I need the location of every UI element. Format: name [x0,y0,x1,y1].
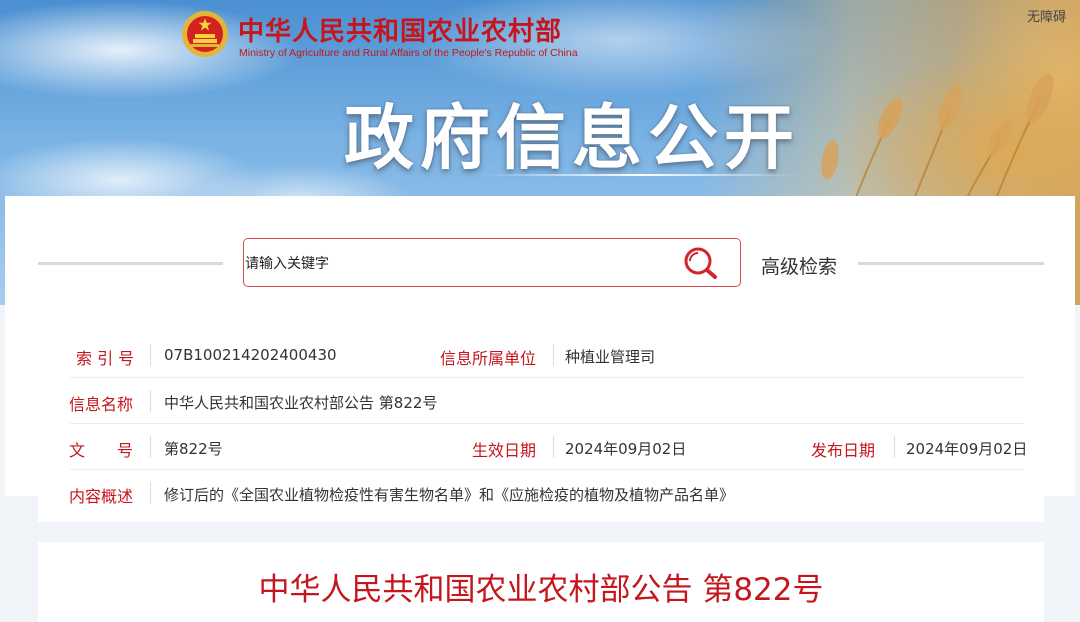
summary-value: 修订后的《全国农业植物检疫性有害生物名单》和《应施检疫的植物及植物产品名单》 [164,486,735,504]
info-row-summary: 内容概述 修订后的《全国农业植物检疫性有害生物名单》和《应施检疫的植物及植物产品… [38,470,1044,516]
column-divider [150,344,151,366]
publish-date-value: 2024年09月02日 [906,440,1028,458]
ministry-name-cn[interactable]: 中华人民共和国农业农村部 [238,11,562,48]
ministry-name-en: Ministry of Agriculture and Rural Affair… [239,47,578,59]
column-divider [553,344,554,366]
summary-label: 内容概述 [69,487,134,506]
name-label: 信息名称 [69,395,134,414]
column-divider [894,436,895,458]
column-divider [553,436,554,458]
index-value: 07B100214202400430 [164,346,337,364]
banner-divider [480,174,800,176]
info-row-docno: 文 号 第822号 生效日期 2024年09月02日 发布日期 2024年09月… [38,424,1044,470]
accessibility-link[interactable]: 无障碍 [1027,6,1066,25]
banner-title: 政府信息公开 [344,97,800,179]
column-divider [150,482,151,504]
info-table: 索 引 号 07B100214202400430 信息所属单位 种植业管理司 信… [38,322,1044,522]
effective-date-value: 2024年09月02日 [565,440,687,458]
right-decor-line [858,262,1044,265]
index-label: 索 引 号 [76,349,135,368]
unit-value: 种植业管理司 [565,348,656,366]
publish-date-label: 发布日期 [811,441,876,460]
advanced-search-link[interactable]: 高级检索 [761,252,837,279]
document-title: 中华人民共和国农业农村部公告 第822号 [258,572,824,608]
search-box [243,238,741,287]
docno-label: 文 号 [69,441,134,460]
document-card: 中华人民共和国农业农村部公告 第822号 [38,542,1044,622]
column-divider [150,390,151,412]
unit-label: 信息所属单位 [440,349,537,368]
left-decor-line [38,262,223,265]
search-icon[interactable] [682,246,720,280]
info-row-index: 索 引 号 07B100214202400430 信息所属单位 种植业管理司 [38,332,1044,378]
national-emblem-icon[interactable] [181,10,229,58]
column-divider [150,436,151,458]
name-value: 中华人民共和国农业农村部公告 第822号 [164,394,438,412]
effective-date-label: 生效日期 [472,441,537,460]
search-input[interactable] [244,239,665,286]
docno-value: 第822号 [164,440,223,458]
info-row-name: 信息名称 中华人民共和国农业农村部公告 第822号 [38,378,1044,424]
